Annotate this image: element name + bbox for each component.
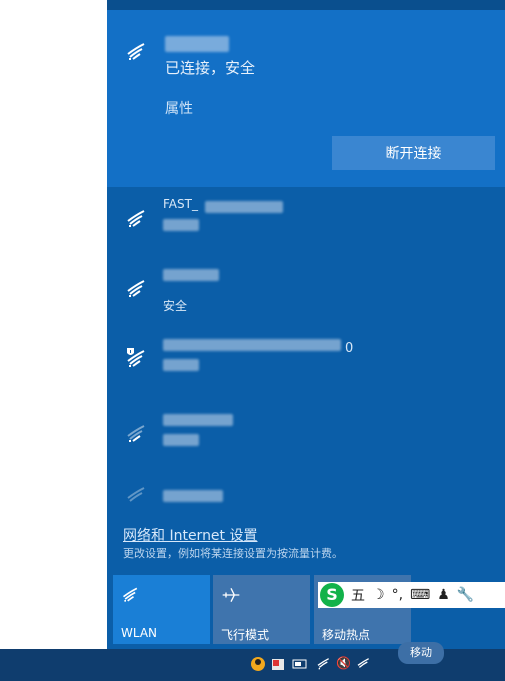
- wifi-tray-icon[interactable]: [356, 656, 372, 672]
- moon-icon[interactable]: ☽: [372, 587, 385, 603]
- network-name-fragment: 0: [345, 341, 354, 356]
- ime-mode-button[interactable]: 五: [351, 585, 365, 605]
- wrench-icon[interactable]: 🔧: [457, 587, 474, 603]
- qq-tray-icon[interactable]: [250, 656, 266, 672]
- properties-link[interactable]: 属性: [165, 98, 193, 118]
- sogou-logo-icon[interactable]: S: [320, 583, 344, 607]
- network-name-blurred: [163, 269, 219, 281]
- quick-action-airplane-mode[interactable]: 飞行模式: [213, 575, 310, 644]
- network-name-blurred: [163, 414, 233, 426]
- network-status-blurred: [163, 219, 199, 231]
- network-item[interactable]: [107, 480, 505, 512]
- network-status-blurred: [163, 359, 199, 371]
- wifi-icon: [121, 585, 141, 605]
- network-name-blurred: [163, 339, 341, 351]
- disconnect-button[interactable]: 断开连接: [332, 136, 495, 170]
- network-status-blurred: [163, 434, 199, 446]
- network-item[interactable]: FAST_: [107, 195, 505, 259]
- network-name-fragment: FAST_: [163, 197, 198, 211]
- network-flyout: 已连接，安全 属性 断开连接 FAST_ 安全 0 网络和 Internet 设…: [107, 0, 505, 649]
- user-icon[interactable]: ♟: [437, 587, 450, 603]
- flyout-top-strip: [107, 0, 505, 10]
- network-item[interactable]: [107, 410, 505, 474]
- quick-action-label: 移动热点: [322, 628, 371, 642]
- wifi-signal-icon: [125, 40, 149, 64]
- ime-toolbar[interactable]: S 五 ☽ °, ⌨ ♟ 🔧: [318, 582, 505, 608]
- network-name-blurred: [163, 490, 223, 502]
- network-status-fragment: 安全: [163, 299, 188, 313]
- network-settings-link[interactable]: 网络和 Internet 设置: [123, 525, 258, 545]
- network-item[interactable]: 安全: [107, 265, 505, 329]
- connected-status: 已连接，安全: [165, 59, 256, 77]
- volume-muted-tray-icon[interactable]: 🔇: [336, 656, 352, 672]
- wifi-tray-icon[interactable]: [316, 656, 332, 672]
- network-settings-description: 更改设置，例如将某连接设置为按流量计费。: [123, 547, 343, 560]
- tooltip: 移动: [398, 642, 444, 664]
- connected-network-item[interactable]: 已连接，安全 属性 断开连接: [107, 10, 505, 187]
- wifi-signal-icon: [125, 207, 149, 231]
- airplane-icon: [221, 585, 241, 605]
- network-item[interactable]: 0: [107, 335, 505, 399]
- connected-network-name-blurred: [165, 36, 229, 52]
- punctuation-icon[interactable]: °,: [392, 587, 403, 603]
- quick-action-label: WLAN: [121, 626, 158, 640]
- wifi-signal-icon: [125, 277, 149, 301]
- keyboard-icon[interactable]: ⌨: [410, 587, 430, 603]
- app-tray-icon[interactable]: [270, 656, 286, 672]
- quick-action-label: 飞行模式: [221, 628, 270, 642]
- battery-tray-icon[interactable]: [292, 656, 308, 672]
- wifi-signal-weak-icon: [125, 484, 149, 508]
- wifi-signal-weak-icon: [125, 422, 149, 446]
- quick-action-wlan[interactable]: WLAN: [113, 575, 210, 644]
- open-wifi-shield-icon: [125, 347, 149, 371]
- network-name-blurred: [205, 201, 283, 213]
